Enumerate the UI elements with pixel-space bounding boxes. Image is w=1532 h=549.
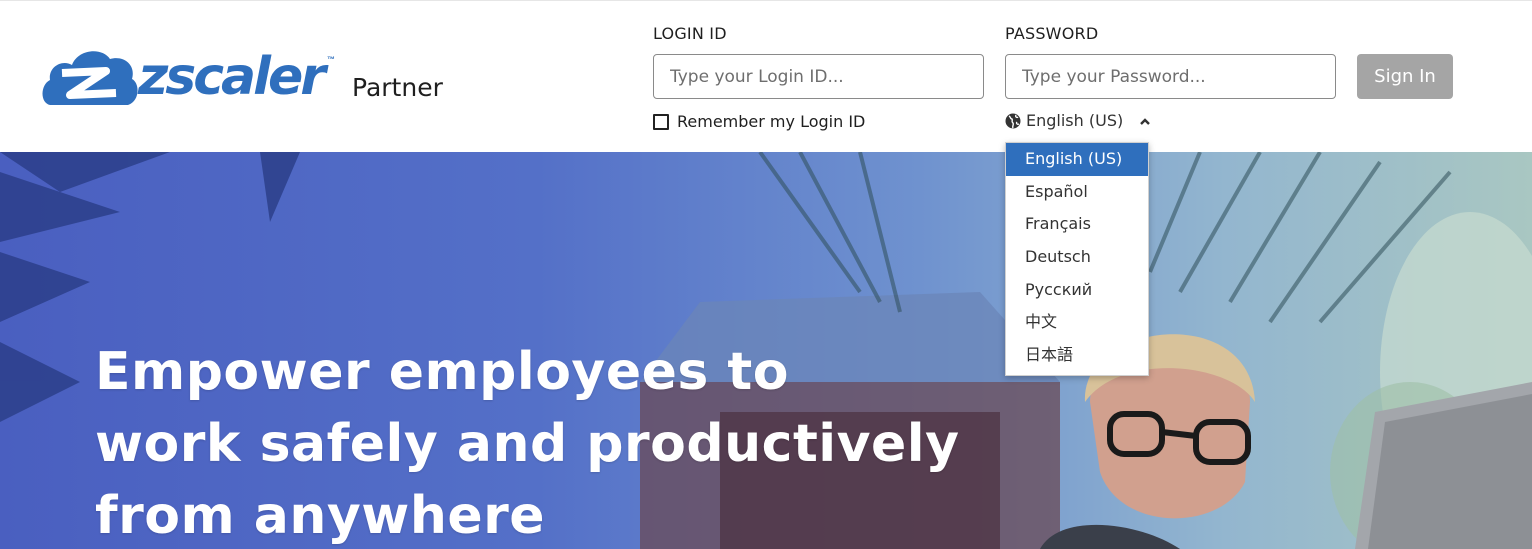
language-selector[interactable]: English (US): [1005, 111, 1151, 130]
headline-line-2: work safely and productively: [95, 414, 960, 474]
globe-icon: [1005, 113, 1021, 129]
remember-login-option[interactable]: Remember my Login ID: [653, 112, 865, 131]
language-option-japanese[interactable]: 日本語: [1006, 339, 1148, 372]
language-option-spanish[interactable]: Español: [1006, 176, 1148, 209]
language-option-russian[interactable]: Русский: [1006, 274, 1148, 307]
chevron-up-icon: [1139, 117, 1151, 125]
hero-headline: Empower employees to work safely and pro…: [95, 336, 960, 549]
headline-line-3: from anywhere: [95, 486, 546, 546]
login-id-label: LOGIN ID: [653, 24, 727, 43]
language-option-german[interactable]: Deutsch: [1006, 241, 1148, 274]
logo-wordmark: zscaler: [138, 47, 326, 107]
sign-in-button[interactable]: Sign In: [1357, 54, 1453, 99]
top-header: zscaler ™ Partner LOGIN ID PASSWORD Sign…: [0, 0, 1532, 152]
language-option-chinese[interactable]: 中文: [1006, 306, 1148, 339]
password-label: PASSWORD: [1005, 24, 1099, 43]
headline-line-1: Empower employees to: [95, 342, 789, 402]
language-option-french[interactable]: Français: [1006, 208, 1148, 241]
hero-banner: Empower employees to work safely and pro…: [0, 152, 1532, 549]
login-id-input[interactable]: [653, 54, 984, 99]
zscaler-logo: zscaler ™: [40, 45, 340, 111]
remember-label: Remember my Login ID: [677, 112, 866, 131]
current-language: English (US): [1026, 111, 1124, 130]
language-dropdown-menu: English (US) Español Français Deutsch Ру…: [1005, 142, 1149, 376]
password-input[interactable]: [1005, 54, 1336, 99]
cloud-logo-icon: [42, 51, 138, 105]
product-name: Partner: [352, 73, 443, 102]
language-option-english[interactable]: English (US): [1006, 143, 1148, 176]
remember-checkbox[interactable]: [653, 113, 669, 130]
trademark-symbol: ™: [327, 55, 335, 64]
